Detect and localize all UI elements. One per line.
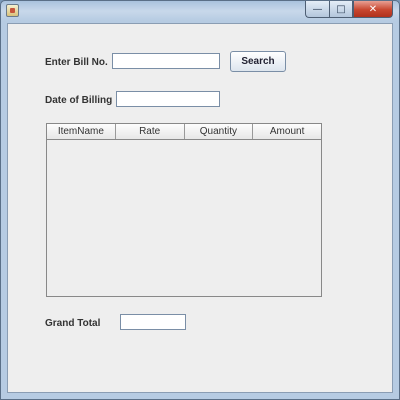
table-header: ItemName Rate Quantity Amount: [47, 124, 321, 140]
bill-no-input[interactable]: [112, 53, 220, 69]
column-header-itemname[interactable]: ItemName: [47, 124, 116, 139]
minimize-button[interactable]: —: [305, 1, 329, 18]
title-bar[interactable]: — □ ✕: [1, 1, 399, 21]
date-of-billing-label: Date of Billing: [45, 95, 113, 106]
column-header-amount[interactable]: Amount: [253, 124, 321, 139]
bill-no-label: Enter Bill No.: [45, 57, 108, 68]
content-pane: Enter Bill No. Search Date of Billing It…: [7, 23, 393, 393]
items-table[interactable]: ItemName Rate Quantity Amount: [46, 123, 322, 297]
grand-total-label: Grand Total: [45, 318, 101, 329]
grand-total-field[interactable]: [120, 314, 186, 330]
maximize-button[interactable]: □: [329, 1, 353, 18]
date-of-billing-input[interactable]: [116, 91, 220, 107]
column-header-rate[interactable]: Rate: [115, 124, 185, 139]
window-controls: — □ ✕: [305, 1, 393, 19]
column-header-quantity[interactable]: Quantity: [184, 124, 254, 139]
search-button[interactable]: Search: [230, 51, 286, 72]
app-window: — □ ✕ Enter Bill No. Search Date of Bill…: [0, 0, 400, 400]
close-button[interactable]: ✕: [353, 1, 393, 18]
java-app-icon: [6, 4, 19, 17]
